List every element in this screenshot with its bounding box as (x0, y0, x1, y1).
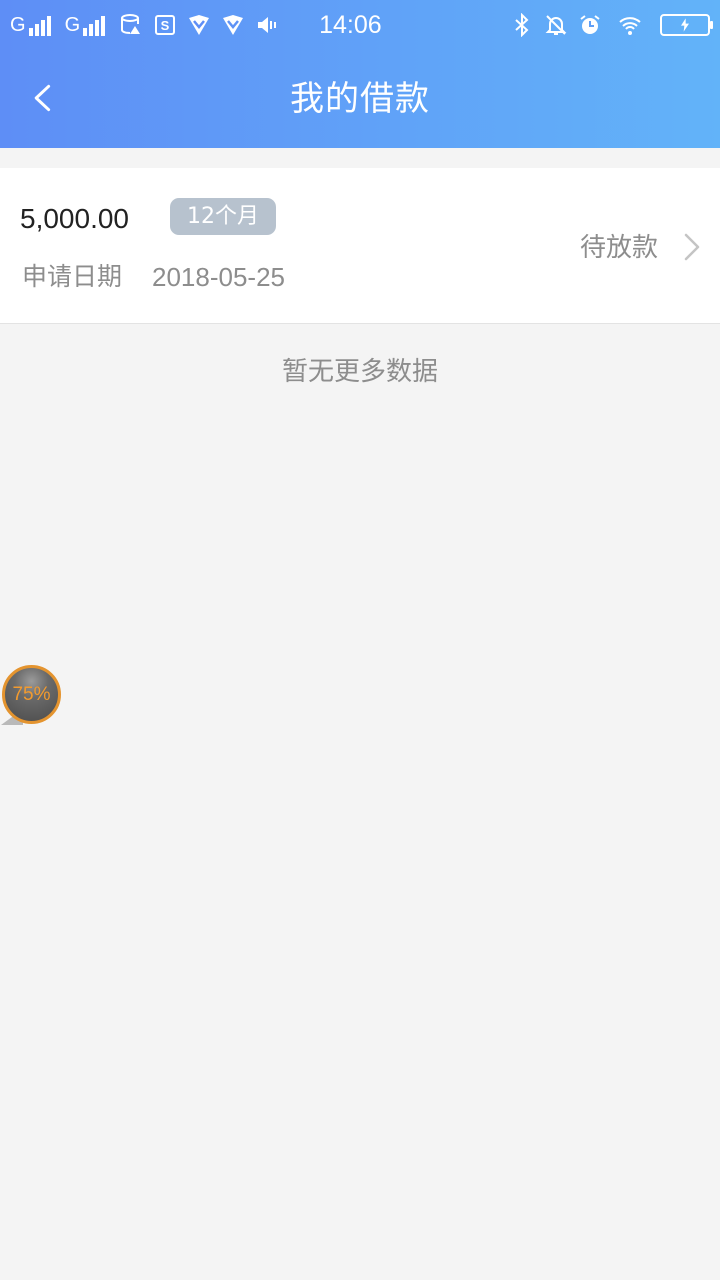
loan-term-badge: 12个月 (170, 198, 276, 235)
status-bar-right (510, 10, 713, 40)
volume-icon (255, 13, 279, 37)
loan-status: 待放款 (580, 233, 659, 263)
apply-date-value: 2018-05-25 (152, 262, 285, 292)
chevron-right-icon (684, 233, 700, 261)
floating-ball-label: 75% (2, 665, 61, 724)
app-header: G G S 14:06 我的借款 (0, 0, 720, 148)
storage-icon: S (153, 13, 177, 37)
page-title: 我的借款 (290, 79, 430, 119)
signal-icon: G (65, 14, 108, 37)
battery-charging-icon (660, 14, 713, 36)
carrier-label: G (64, 13, 81, 36)
mute-bell-icon (544, 13, 568, 37)
bluetooth-icon (510, 13, 534, 37)
data-icon (119, 13, 143, 37)
signal-icon: G (10, 14, 53, 37)
clock: 14:06 (319, 10, 382, 39)
svg-text:S: S (161, 18, 170, 33)
floating-ball[interactable]: 75% (1, 665, 61, 725)
vpn-icon (187, 13, 211, 37)
status-bar: G G S 14:06 (0, 0, 720, 50)
alarm-icon (578, 13, 602, 37)
status-bar-left: G G S 14:06 (10, 10, 382, 40)
vpn-icon (221, 13, 245, 37)
empty-state-text: 暂无更多数据 (281, 357, 438, 387)
apply-date-label: 申请日期 (22, 262, 123, 291)
carrier-label: G (10, 13, 26, 36)
loan-amount: 5,000.00 (20, 203, 129, 234)
wifi-icon (618, 13, 642, 37)
